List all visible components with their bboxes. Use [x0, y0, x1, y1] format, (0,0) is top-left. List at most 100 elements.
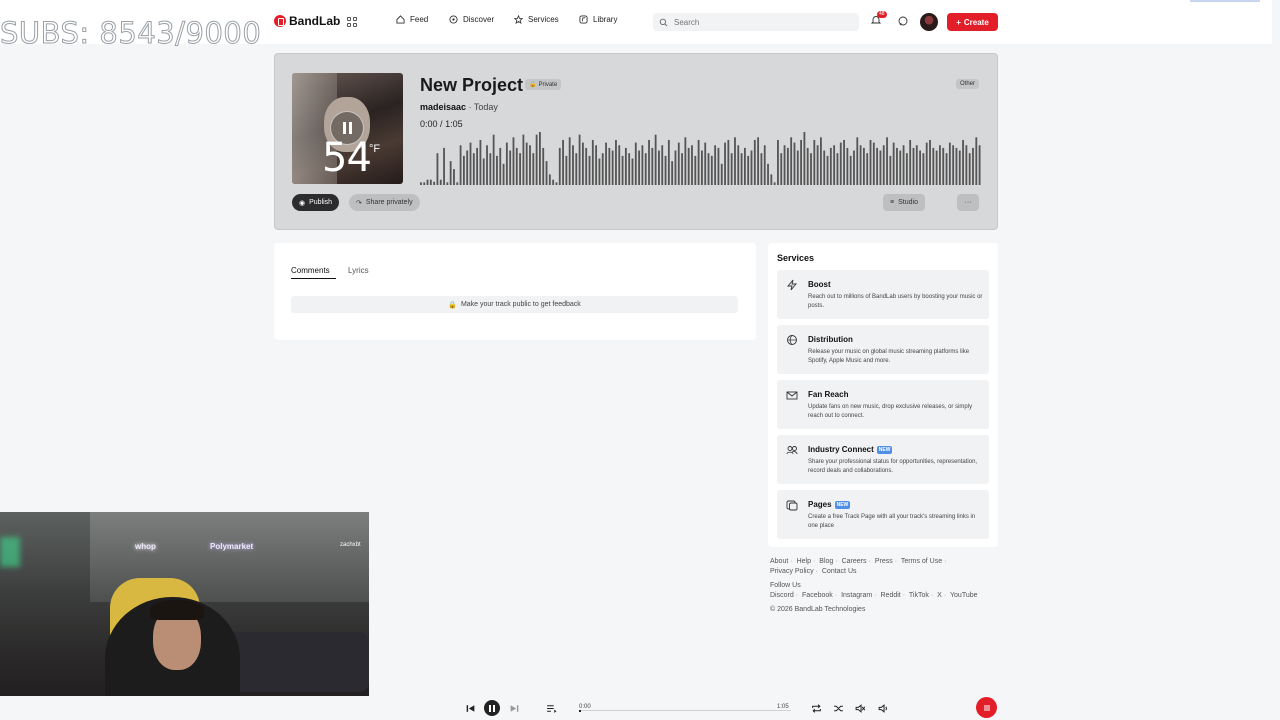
nav-item-discover[interactable]: Discover — [449, 15, 494, 24]
waveform-bar — [420, 182, 422, 185]
waveform-bar — [595, 145, 598, 185]
waveform-bar — [790, 137, 793, 185]
studio-button[interactable]: ≡ Studio — [883, 194, 925, 211]
open-queue-button[interactable] — [976, 697, 997, 718]
footer-link-privacy[interactable]: Privacy Policy — [770, 568, 814, 575]
more-options-button[interactable]: ··· — [957, 194, 979, 211]
waveform-bar — [899, 150, 902, 185]
nav-item-feed[interactable]: Feed — [396, 15, 428, 24]
apps-grid-icon[interactable] — [347, 17, 357, 27]
shuffle-button[interactable] — [831, 701, 845, 715]
track-duration: 1:05 — [445, 119, 463, 129]
social-link-youtube[interactable]: YouTube — [950, 592, 978, 599]
service-description: Create a free Track Page with all your t… — [808, 514, 976, 529]
waveform-bar — [701, 150, 703, 185]
lock-icon: 🔒 — [448, 301, 457, 309]
social-link-tiktok[interactable]: TikTok — [909, 592, 929, 599]
waveform-bar — [823, 150, 826, 185]
waveform-bar — [658, 150, 660, 185]
waveform-bar — [499, 147, 502, 185]
bandlab-logo[interactable]: BandLab — [274, 14, 340, 28]
waveform-bar — [558, 147, 561, 185]
social-link-x[interactable]: X — [937, 592, 942, 599]
previous-track-button[interactable] — [463, 701, 477, 715]
social-link-reddit[interactable]: Reddit — [881, 592, 901, 599]
project-cover-art[interactable]: 54 °F — [292, 73, 403, 184]
genre-tag[interactable]: Other — [955, 79, 979, 89]
waveform[interactable] — [420, 132, 982, 185]
waveform-bar — [862, 147, 865, 185]
repeat-button[interactable] — [809, 701, 823, 715]
service-industry-connect[interactable]: Industry Connect NEW Share your professio… — [777, 435, 989, 484]
waveform-bar — [882, 145, 885, 185]
player-duration: 1:05 — [777, 704, 789, 710]
footer-link-terms[interactable]: Terms of Use — [901, 558, 942, 565]
waveform-bar — [426, 179, 429, 185]
page-scrollbar[interactable] — [1272, 0, 1280, 720]
waveform-bar — [872, 142, 875, 185]
service-pages[interactable]: Pages NEW Create a free Track Page with a… — [777, 490, 989, 539]
footer-link-about[interactable]: About — [770, 558, 788, 565]
volume-button[interactable] — [876, 701, 890, 715]
waveform-bar — [704, 142, 707, 185]
tab-comments[interactable]: Comments — [291, 266, 330, 275]
player-progress-bar[interactable] — [579, 710, 791, 712]
service-name: Pages NEW — [808, 500, 851, 509]
waveform-bar — [608, 147, 611, 185]
site-footer: About · Help · Blog · Careers · Press · Terms… — [770, 557, 1000, 615]
globe-icon — [787, 335, 797, 345]
footer-link-press[interactable]: Press — [875, 558, 893, 565]
cover-temperature-unit: °F — [369, 143, 381, 155]
speaker-muted-icon — [855, 703, 865, 713]
create-button[interactable]: + Create — [947, 13, 998, 31]
waveform-bar — [734, 137, 736, 185]
waveform-bar — [684, 137, 687, 185]
service-boost[interactable]: Boost Reach out to millions of BandLab u… — [777, 270, 989, 319]
nav-item-services[interactable]: Services — [514, 15, 559, 24]
search-input[interactable] — [674, 17, 844, 27]
social-link-instagram[interactable]: Instagram — [841, 592, 872, 599]
share-privately-button[interactable]: ↷ Share privately — [349, 194, 420, 211]
artist-name[interactable]: madeisaac — [420, 102, 466, 112]
nav-item-label: Feed — [410, 15, 429, 24]
social-link-facebook[interactable]: Facebook — [802, 592, 833, 599]
waveform-bar — [605, 142, 607, 185]
waveform-bar — [466, 150, 469, 185]
comments-panel: Comments Lyrics 🔒 Make your track public… — [274, 243, 756, 340]
footer-link-careers[interactable]: Careers — [842, 558, 867, 565]
waveform-bar — [449, 161, 452, 185]
waveform-bar — [505, 142, 508, 185]
publish-button[interactable]: ◉ Publish — [292, 194, 340, 211]
waveform-bar — [482, 158, 485, 185]
waveform-bar — [601, 153, 604, 185]
search-bar[interactable] — [653, 13, 859, 31]
mute-button[interactable] — [853, 701, 867, 715]
waveform-bar — [429, 179, 432, 185]
pause-button[interactable] — [484, 700, 500, 716]
footer-link-help[interactable]: Help — [797, 558, 811, 565]
waveform-bar — [958, 150, 961, 185]
waveform-bar — [942, 147, 945, 185]
service-distribution[interactable]: Distribution Release your music on globa… — [777, 325, 989, 374]
waveform-bar — [631, 158, 634, 185]
waveform-bar — [962, 139, 964, 185]
footer-link-contact[interactable]: Contact Us — [822, 568, 857, 575]
tab-lyrics[interactable]: Lyrics — [348, 266, 369, 275]
waveform-bar — [747, 155, 750, 185]
messages-icon[interactable] — [898, 16, 908, 26]
waveform-bar — [618, 145, 621, 185]
footer-link-blog[interactable]: Blog — [819, 558, 833, 565]
waveform-bar — [648, 139, 650, 185]
next-track-button[interactable] — [507, 701, 521, 715]
waveform-bar — [853, 150, 855, 185]
social-link-discord[interactable]: Discord — [770, 592, 794, 599]
create-label: Create — [963, 17, 989, 27]
repeat-icon — [811, 703, 821, 713]
service-fan-reach[interactable]: Fan Reach Update fans on new music, drop… — [777, 380, 989, 429]
waveform-bar — [905, 153, 908, 185]
nav-item-library[interactable]: Library — [579, 15, 617, 24]
waveform-bar — [935, 150, 938, 185]
queue-button[interactable] — [544, 701, 558, 715]
service-name: Distribution — [808, 335, 853, 344]
user-avatar[interactable] — [920, 13, 938, 31]
